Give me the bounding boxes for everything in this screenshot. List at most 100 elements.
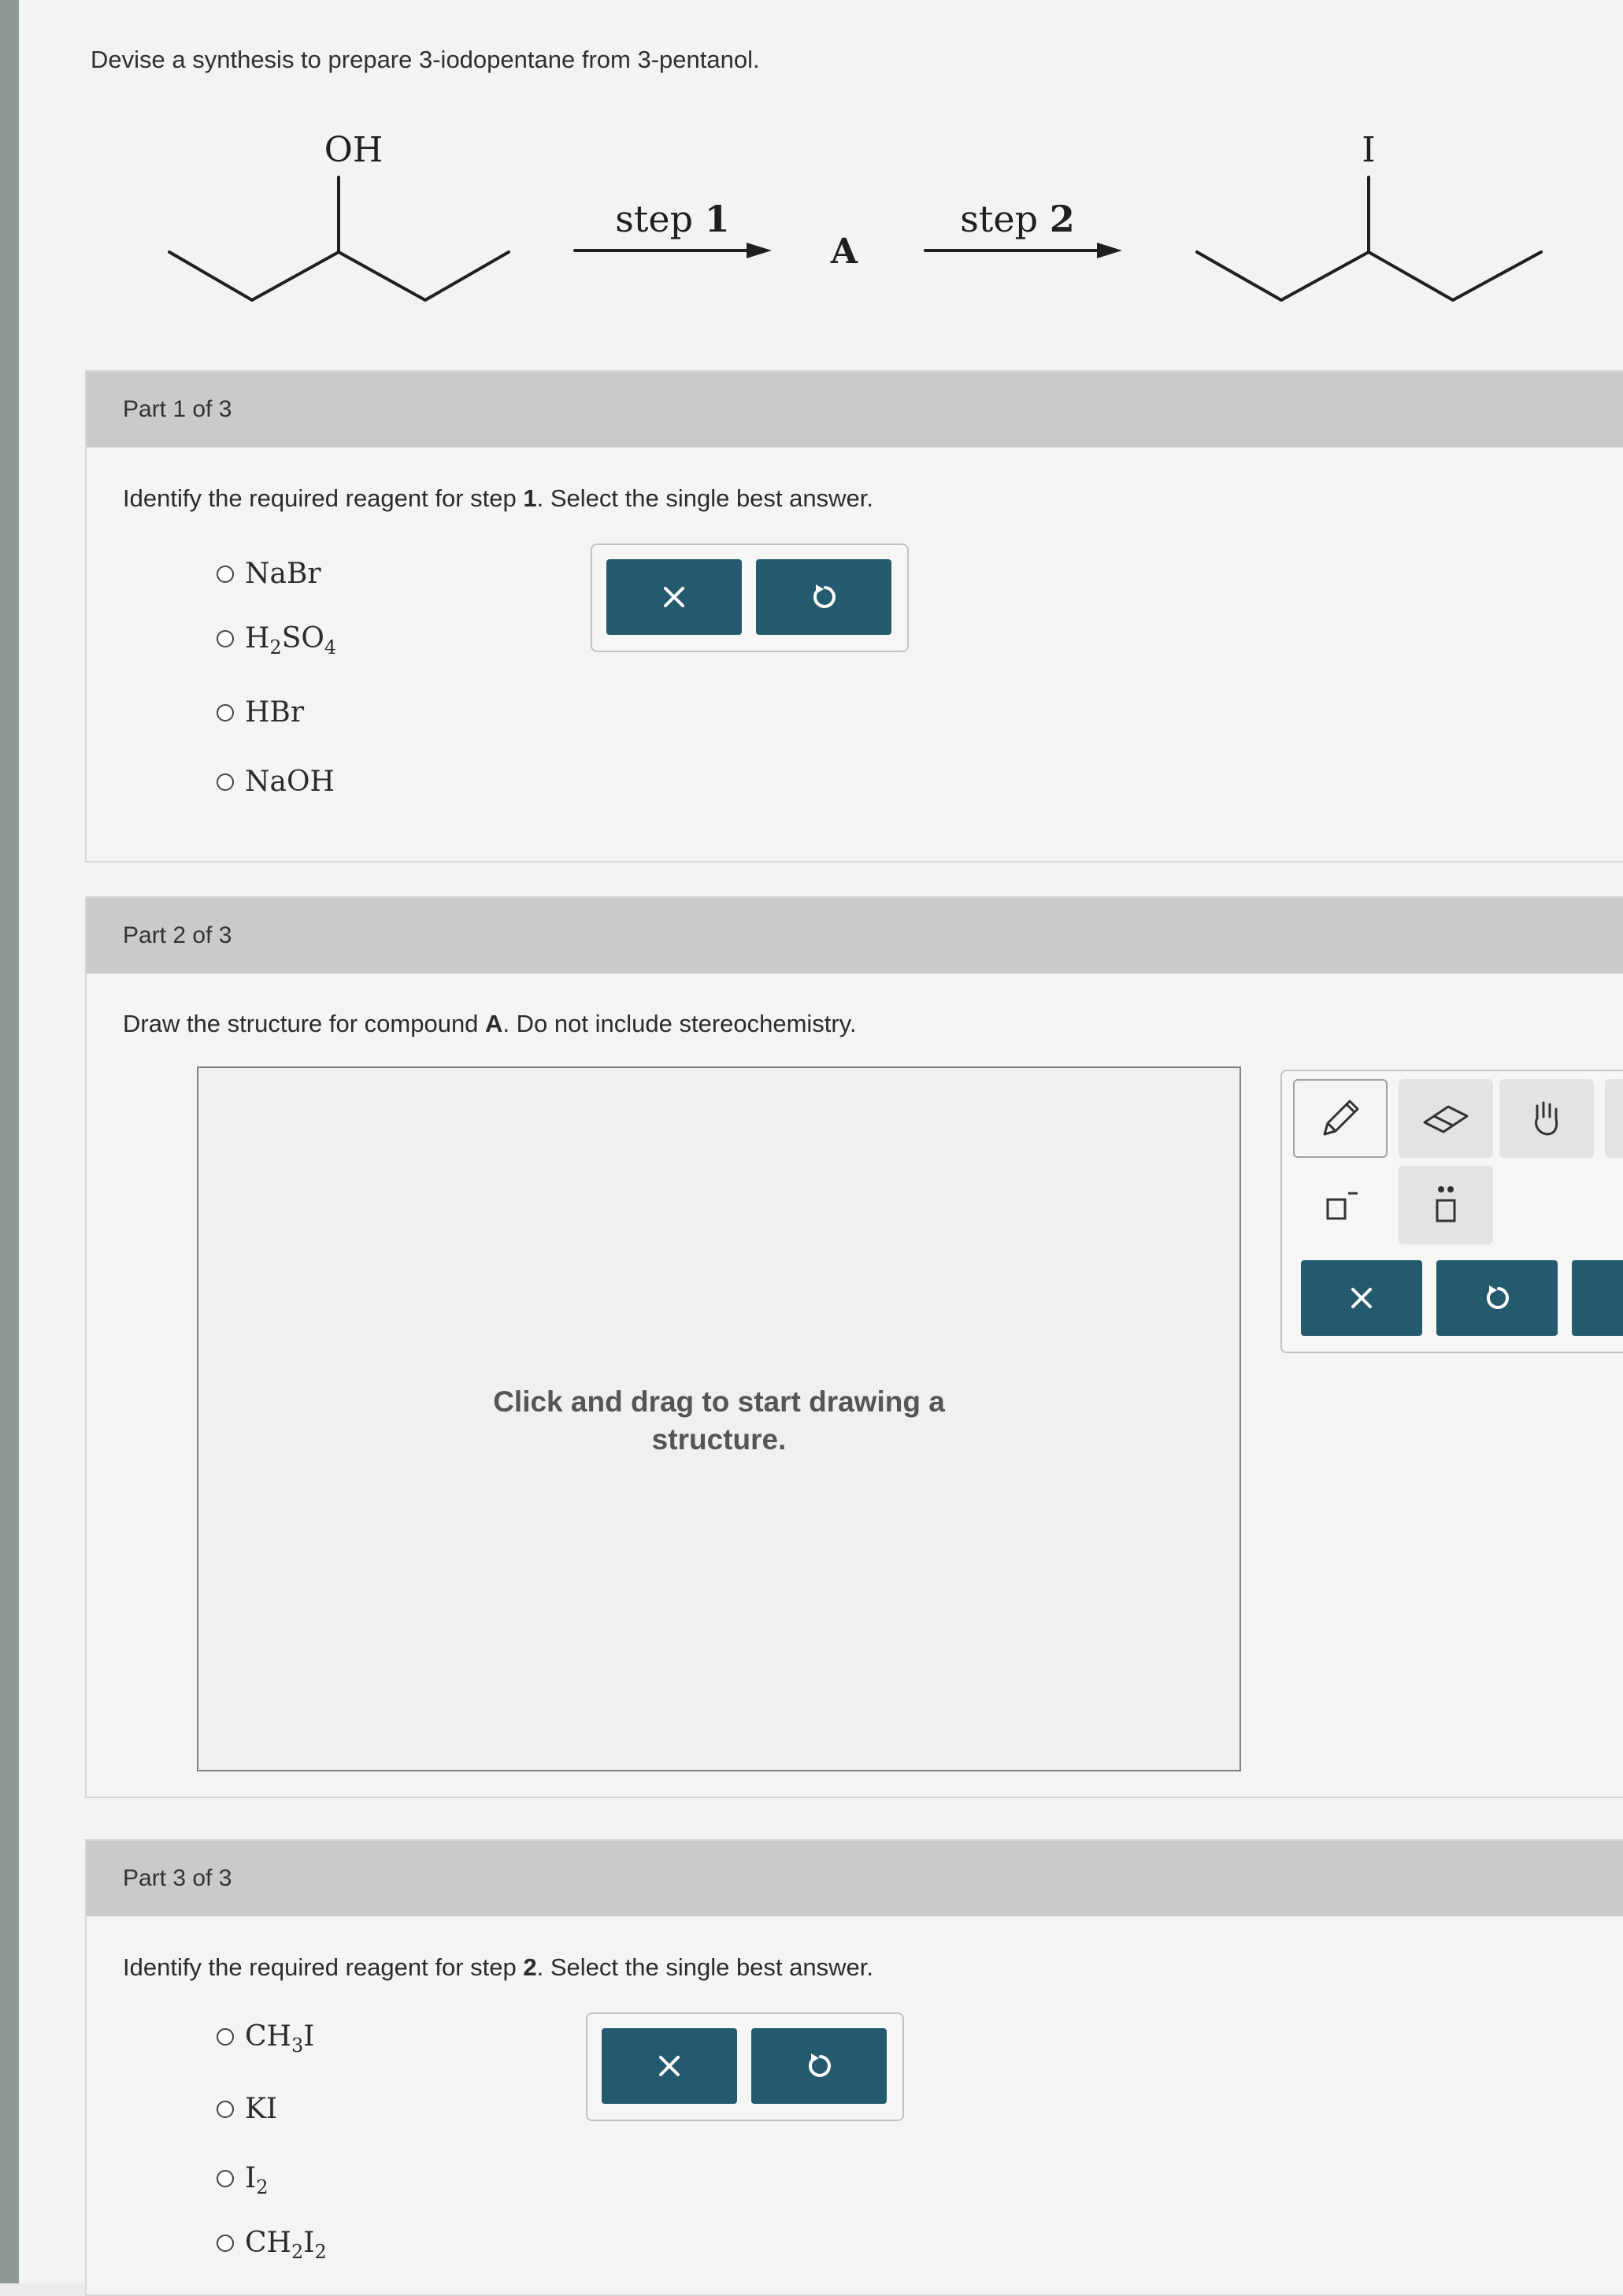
- option-h2so4-text: H2SO4: [245, 622, 337, 658]
- part-2-header: Part 2 of 3: [87, 898, 1623, 974]
- part-3-button-group: [586, 2012, 904, 2121]
- h2so4-h: H: [245, 622, 270, 655]
- part-3-undo-button[interactable]: [751, 2028, 887, 2104]
- 3-pentanol-skeleton: [168, 250, 510, 302]
- option-naoh-text: NaOH: [245, 766, 335, 798]
- drawing-hint: Click and drag to start drawing a struct…: [198, 1383, 1239, 1459]
- radio-ch2i2[interactable]: [217, 2234, 234, 2252]
- oh-label: OH: [324, 130, 383, 170]
- drawing-hint-line-1: Click and drag to start drawing a: [493, 1385, 945, 1418]
- h2so4-sub-2: 2: [269, 636, 282, 658]
- option-ch2i2-text: CH2I2: [245, 2227, 327, 2261]
- part-3-clear-button[interactable]: [602, 2028, 737, 2104]
- compound-a-label: A: [830, 232, 858, 272]
- h2so4-so: SO: [281, 622, 324, 655]
- option-ki[interactable]: KI: [217, 2093, 277, 2125]
- structure-drawing-canvas[interactable]: Click and drag to start drawing a struct…: [197, 1066, 1241, 1771]
- part-2-compound-a: A: [485, 1010, 503, 1037]
- option-ch2i2[interactable]: CH2I2: [217, 2227, 327, 2261]
- radio-ch3i[interactable]: [217, 2027, 234, 2046]
- undo-icon: [1486, 1285, 1509, 1309]
- part-1-button-group: [591, 543, 909, 652]
- ch2i2-ch: CH: [245, 2227, 291, 2259]
- radio-ki[interactable]: [217, 2100, 234, 2118]
- radio-h2so4[interactable]: [217, 629, 234, 647]
- draw-tool-button[interactable]: [1293, 1079, 1388, 1158]
- option-hbr-text: HBr: [245, 696, 305, 729]
- ch2i2-i: I: [303, 2227, 315, 2259]
- tool-overflow-button[interactable]: [1605, 1079, 1623, 1158]
- erase-tool-button[interactable]: [1399, 1079, 1493, 1158]
- drawing-toolbar: [1280, 1070, 1623, 1353]
- part-3-label: Part 3 of 3: [123, 1865, 232, 1891]
- ch2i2-sub-2a: 2: [291, 2241, 304, 2263]
- pencil-icon: [1323, 1100, 1359, 1136]
- reaction-scheme: OH I step 1 step 2 A: [168, 130, 1543, 302]
- i2-sub-2: 2: [256, 2176, 269, 2198]
- charge-icon: [1326, 1192, 1358, 1220]
- undo-icon: [813, 584, 836, 608]
- part-2-question: Draw the structure for compound A. Do no…: [123, 1010, 857, 1038]
- eraser-icon: [1423, 1105, 1469, 1133]
- option-nabr-text: NaBr: [245, 558, 321, 590]
- option-ch3i[interactable]: CH3I: [217, 2020, 315, 2055]
- drawing-undo-button[interactable]: [1436, 1260, 1558, 1336]
- iodine-label: I: [1362, 130, 1375, 170]
- part-2-label: Part 2 of 3: [123, 922, 232, 948]
- part-1-step-number: 1: [523, 484, 537, 512]
- option-hbr[interactable]: HBr: [217, 696, 304, 729]
- drawing-hint-line-2: structure.: [651, 1423, 787, 1456]
- drawing-clear-button[interactable]: [1301, 1260, 1422, 1336]
- step2-word: step: [960, 198, 1038, 240]
- option-naoh[interactable]: NaOH: [217, 766, 335, 798]
- option-i2[interactable]: I2: [217, 2162, 269, 2197]
- ch3i-ch: CH: [245, 2020, 291, 2053]
- h2so4-sub-4: 4: [324, 636, 337, 658]
- part-3-question-end: . Select the single best answer.: [536, 1953, 873, 1981]
- part-2-question-end: . Do not include stereochemistry.: [502, 1010, 857, 1037]
- charge-tool-button[interactable]: [1293, 1166, 1388, 1244]
- part-1-label: Part 1 of 3: [123, 396, 232, 422]
- part-3-question: Identify the required reagent for step 2…: [123, 1953, 873, 1982]
- part-1-question: Identify the required reagent for step 1…: [123, 484, 873, 513]
- radio-i2[interactable]: [217, 2169, 234, 2187]
- part-3-question-start: Identify the required reagent for step: [123, 1953, 524, 1981]
- part-1-panel: Part 1 of 3 Identify the required reagen…: [85, 370, 1623, 862]
- radio-naoh[interactable]: [217, 773, 234, 791]
- 3-iodopentane-skeleton: [1195, 250, 1543, 302]
- radio-nabr[interactable]: [217, 565, 234, 583]
- close-icon: [659, 2056, 680, 2076]
- lone-pair-tool-button[interactable]: [1399, 1166, 1493, 1244]
- ch3i-sub-3: 3: [291, 2035, 304, 2057]
- i2-i: I: [245, 2162, 257, 2194]
- window-edge: [0, 0, 19, 2283]
- part-1-clear-button[interactable]: [606, 559, 742, 635]
- step1-arrowhead: [747, 243, 772, 258]
- option-h2so4[interactable]: H2SO4: [217, 622, 337, 658]
- drawing-more-button[interactable]: [1572, 1260, 1623, 1336]
- step1-word: step: [615, 198, 693, 240]
- step1-number: 1: [705, 198, 730, 240]
- part-1-question-end: . Select the single best answer.: [536, 484, 873, 512]
- option-ch3i-text: CH3I: [245, 2020, 315, 2055]
- step2-label: step 2: [960, 198, 1074, 240]
- part-3-panel: Part 3 of 3 Identify the required reagen…: [85, 1839, 1623, 2296]
- part-3-header: Part 3 of 3: [87, 1841, 1623, 1916]
- part-1-question-start: Identify the required reagent for step: [123, 484, 524, 512]
- ch3i-i: I: [303, 2020, 315, 2053]
- pan-tool-button[interactable]: [1499, 1079, 1594, 1158]
- undo-icon: [808, 2053, 831, 2077]
- step2-arrowhead: [1097, 243, 1122, 258]
- close-icon: [664, 587, 684, 607]
- part-1-undo-button[interactable]: [756, 559, 891, 635]
- part-3-step-number: 2: [523, 1953, 537, 1981]
- step1-label: step 1: [615, 198, 729, 240]
- option-nabr[interactable]: NaBr: [217, 558, 321, 590]
- step2-number: 2: [1050, 198, 1075, 240]
- lone-pair-icon: [1436, 1186, 1456, 1222]
- radio-hbr[interactable]: [217, 703, 234, 721]
- close-icon: [1351, 1288, 1372, 1308]
- ch2i2-sub-2b: 2: [314, 2241, 327, 2263]
- option-ki-text: KI: [245, 2093, 278, 2125]
- part-2-question-start: Draw the structure for compound: [123, 1010, 486, 1037]
